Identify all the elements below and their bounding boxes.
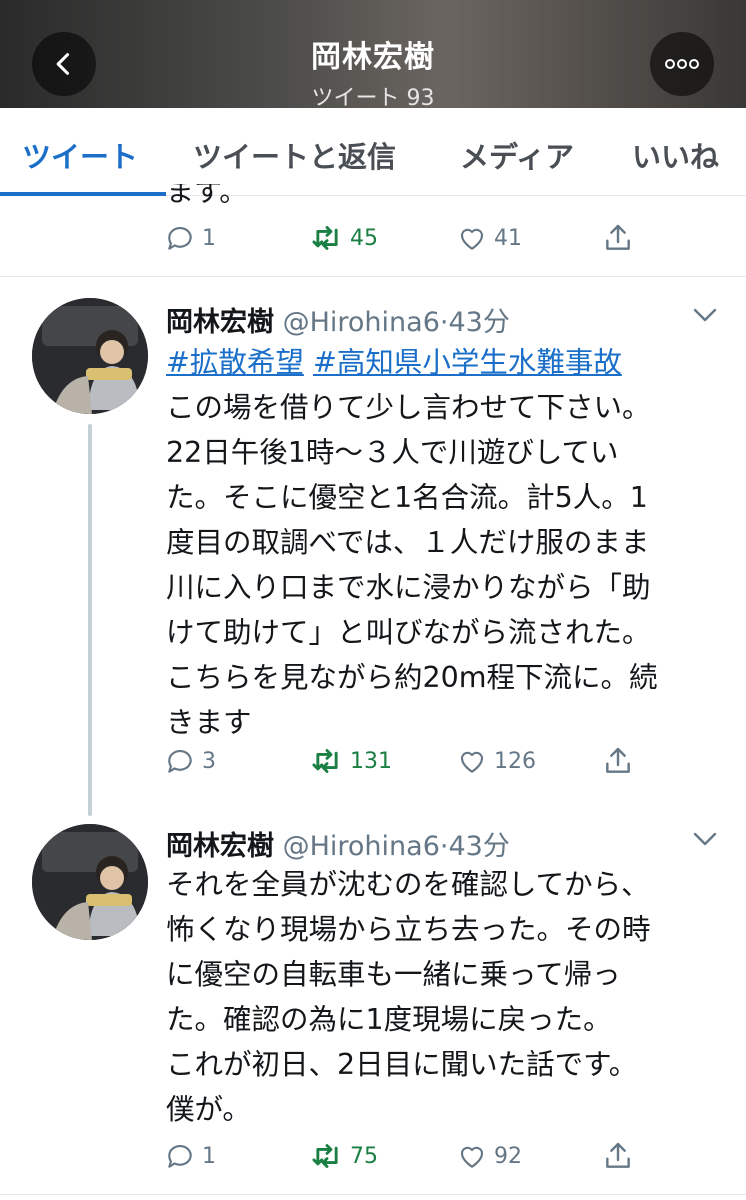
display-name[interactable]: 岡林宏樹 [166,307,274,338]
display-name[interactable]: 岡林宏樹 [166,831,274,862]
profile-tabs: ツイート ツイートと返信 メディア いいね [0,108,746,196]
user-handle: @Hirohina6 [282,831,440,862]
tab-media[interactable]: メディア [460,134,574,176]
tweet-text-line: 僕が。 [166,1093,251,1126]
tweet-text-line: 川に入り口まで水に浸かりながら「助 [166,571,651,604]
heart-icon [460,1146,484,1168]
retweet-icon [312,1144,338,1168]
tweet-header: 岡林宏樹 @Hirohina6·43分 [166,824,510,863]
share-icon [606,224,630,250]
prev-tweet-actions: 1 45 41 [164,222,664,262]
reply-icon [168,750,192,773]
tweet-time: ·43分 [439,831,510,862]
avatar-photo [32,298,148,414]
avatar-photo [32,824,148,940]
retweet-button[interactable]: 131 [310,745,392,777]
retweet-button[interactable]: 45 [310,222,378,254]
hashtag-link[interactable]: #拡散希望 [166,346,304,379]
like-button[interactable]: 126 [456,745,536,777]
header-title-group: 岡林宏樹 ツイート 93 [0,32,746,112]
like-count: 41 [494,225,522,251]
like-button[interactable]: 92 [456,1140,522,1172]
reply-icon [168,227,192,250]
reply-button[interactable]: 3 [164,745,216,777]
tweet-text-line: この場を借りて少し言わせて下さい。 [166,391,651,424]
like-count: 126 [494,748,536,774]
tweet-header: 岡林宏樹 @Hirohina6·43分 [166,300,510,339]
share-icon [606,747,630,773]
avatar[interactable] [32,298,148,414]
tweet-text: それを全員が沈むのを確認してから、 怖くなり現場から立ち去った。その時 に優空の… [166,862,726,1132]
retweet-button[interactable]: 75 [310,1140,378,1172]
tweet-text-line: 22日午後1時〜３人で川遊びしてい [166,436,619,469]
hashtag-link[interactable]: #高知県小学生水難事故 [313,346,622,379]
tweet-text-line: た。そこに優空と1名合流。計5人。1 [166,481,648,514]
share-icon [606,1142,630,1168]
heart-icon [460,228,484,250]
tweet-text-line: こちらを見ながら約20m程下流に。続 [166,661,658,694]
hashtag-line: #拡散希望 #高知県小学生水難事故 [166,340,726,385]
profile-header: 岡林宏樹 ツイート 93 [0,0,746,111]
like-count: 92 [494,1143,522,1169]
reply-count: 3 [202,748,216,774]
avatar[interactable] [32,824,148,940]
tweet-text: #拡散希望 #高知県小学生水難事故 この場を借りて少し言わせて下さい。 22日午… [166,340,726,745]
tweet-text-line: これが初日、2日目に聞いた話です。 [166,1048,638,1081]
tweet-actions: 3 131 126 [164,745,664,785]
tab-tweets[interactable]: ツイート [22,134,138,176]
reply-button[interactable]: 1 [164,1140,216,1172]
tweet-divider [0,276,746,277]
share-button[interactable] [602,745,634,777]
tweet-divider [0,1194,746,1195]
more-options-button[interactable] [650,32,714,96]
chevron-down-icon[interactable] [692,306,718,324]
retweet-icon [312,749,338,773]
like-button[interactable]: 41 [456,222,522,254]
thread-connector [88,424,92,816]
active-tab-indicator [0,192,166,196]
more-dots-icon [665,59,699,69]
reply-count: 1 [202,1143,216,1169]
user-handle: @Hirohina6 [282,307,440,338]
heart-icon [460,751,484,773]
reply-button[interactable]: 1 [164,222,216,254]
tweet-text-line: 怖くなり現場から立ち去った。その時 [166,913,651,946]
share-button[interactable] [602,222,634,254]
tweet-text-line: 度目の取調べでは、１人だけ服のまま [166,526,650,559]
tab-likes[interactable]: いいね [632,134,719,176]
header-title: 岡林宏樹 [311,40,435,75]
tweet-text-line: に優空の自転車も一緒に乗って帰っ [166,958,621,991]
retweet-count: 45 [350,225,378,251]
retweet-count: 131 [350,748,392,774]
tab-tweets-and-replies[interactable]: ツイートと返信 [193,134,396,176]
share-button[interactable] [602,1140,634,1172]
tweet-actions: 1 75 92 [164,1140,664,1180]
tweet-time: ·43分 [439,307,510,338]
reply-count: 1 [202,225,216,251]
reply-icon [168,1145,192,1168]
tweet-text-line: けて助けて」と叫びながら流された。 [166,616,651,649]
retweet-count: 75 [350,1143,378,1169]
retweet-icon [312,226,338,250]
tweet-text-line: それを全員が沈むのを確認してから、 [166,868,650,901]
tweet-text-line: きます [166,706,252,739]
tweet-text-line: た。確認の為に1度現場に戻った。 [166,1003,612,1036]
chevron-down-icon[interactable] [692,830,718,848]
